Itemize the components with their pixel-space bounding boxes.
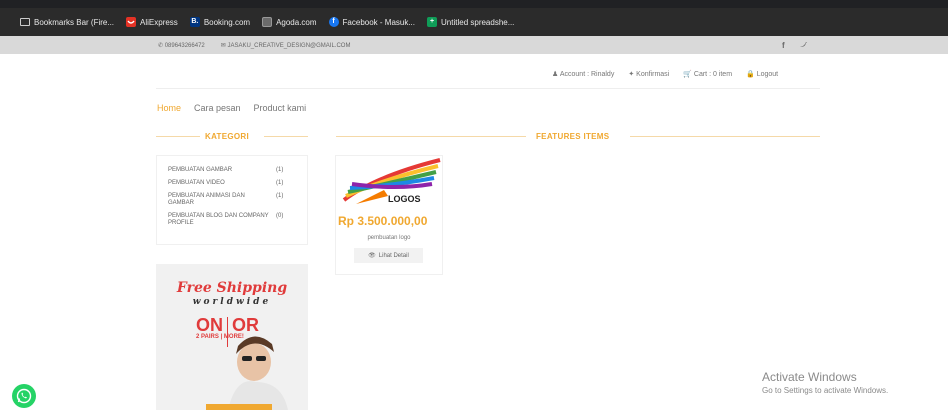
category-item-video[interactable]: PEMBUATAN VIDEO (1) xyxy=(168,180,296,187)
product-card: LOGOS Rp 3.500.000,00 pembuatan logo 👁 L… xyxy=(335,155,443,275)
banner-model-image xyxy=(206,336,288,410)
crosshair-icon: ✦ xyxy=(628,71,635,78)
facebook-icon[interactable]: f xyxy=(782,41,785,50)
contact-topbar: ✆ 089643266472 ✉ JASAKU_CREATIVE_DESIGN@… xyxy=(0,36,948,54)
bookmark-facebook[interactable]: f Facebook - Masuk... xyxy=(328,17,415,27)
category-item-gambar[interactable]: PEMBUATAN GAMBAR (1) xyxy=(168,167,296,174)
free-shipping-banner[interactable]: Free Shipping worldwide ON OR 2 PAIRS | … xyxy=(156,264,308,410)
category-item-blog[interactable]: PEMBUATAN BLOG DAN COMPANY PROFILE (0) xyxy=(168,213,296,227)
kategori-line-right xyxy=(264,136,308,137)
phone-icon: ✆ xyxy=(158,42,164,49)
features-line-left xyxy=(336,136,526,137)
bookmark-booking[interactable]: B. Booking.com xyxy=(189,17,250,27)
kategori-line-left xyxy=(156,136,200,137)
bookmark-spreadsheet[interactable]: + Untitled spreadshe... xyxy=(427,17,514,27)
category-item-animasi[interactable]: PEMBUATAN ANIMASI DAN GAMBAR (1) xyxy=(168,193,296,207)
nav-home[interactable]: Home xyxy=(157,103,181,113)
bookmark-aliexpress[interactable]: AliExpress xyxy=(126,17,178,27)
features-title: FEATURES ITEMS xyxy=(536,132,610,141)
kategori-title: KATEGORI xyxy=(205,132,250,141)
contact-info: ✆ 089643266472 ✉ JASAKU_CREATIVE_DESIGN@… xyxy=(158,42,350,49)
cart-link[interactable]: 🛒 Cart : 0 item xyxy=(683,70,732,78)
header-divider xyxy=(156,88,820,89)
twitter-icon[interactable] xyxy=(798,41,807,50)
nav-products[interactable]: Product kami xyxy=(254,103,307,113)
aliexpress-icon xyxy=(126,17,137,27)
cart-icon: 🛒 xyxy=(683,71,692,78)
user-icon: ♟ xyxy=(552,71,559,78)
eye-icon: 👁 xyxy=(368,253,376,259)
main-nav: Home Cara pesan Product kami xyxy=(157,103,306,113)
whatsapp-chat-button[interactable] xyxy=(12,384,36,408)
product-name: pembuatan logo xyxy=(367,235,411,241)
email-contact: ✉ JASAKU_CREATIVE_DESIGN@GMAIL.COM xyxy=(220,42,351,49)
folder-icon xyxy=(20,18,30,26)
account-link[interactable]: ♟ Account : Rinaldy xyxy=(552,70,614,78)
bookmark-folder[interactable]: Bookmarks Bar (Fire... xyxy=(20,18,114,27)
sheets-icon: + xyxy=(427,17,438,27)
agoda-icon xyxy=(262,17,273,27)
facebook-icon: f xyxy=(328,17,339,27)
envelope-icon: ✉ xyxy=(220,42,226,49)
booking-icon: B. xyxy=(189,17,200,27)
phone-contact: ✆ 089643266472 xyxy=(158,42,205,49)
social-links: f xyxy=(782,41,807,50)
confirm-link[interactable]: ✦ Konfirmasi xyxy=(628,70,669,78)
whatsapp-icon xyxy=(16,388,32,404)
product-price: Rp 3.500.000,00 xyxy=(338,214,428,228)
browser-toolbar-strip xyxy=(0,0,948,8)
features-line-right xyxy=(630,136,820,137)
category-list: PEMBUATAN GAMBAR (1) PEMBUATAN VIDEO (1)… xyxy=(156,155,308,245)
account-bar: ♟ Account : Rinaldy ✦ Konfirmasi 🛒 Cart … xyxy=(552,70,778,78)
lock-icon: 🔒 xyxy=(746,71,755,78)
nav-how-to-order[interactable]: Cara pesan xyxy=(194,103,241,113)
bookmarks-bar: Bookmarks Bar (Fire... AliExpress B. Boo… xyxy=(0,8,948,36)
bookmark-agoda[interactable]: Agoda.com xyxy=(262,17,317,27)
logout-link[interactable]: 🔒 Logout xyxy=(746,70,778,78)
view-detail-button[interactable]: 👁 Lihat Detail xyxy=(354,248,423,263)
product-image[interactable]: LOGOS xyxy=(336,156,444,212)
windows-activation-watermark: Activate Windows Go to Settings to activ… xyxy=(762,370,889,395)
product-image-text: LOGOS xyxy=(388,194,421,204)
